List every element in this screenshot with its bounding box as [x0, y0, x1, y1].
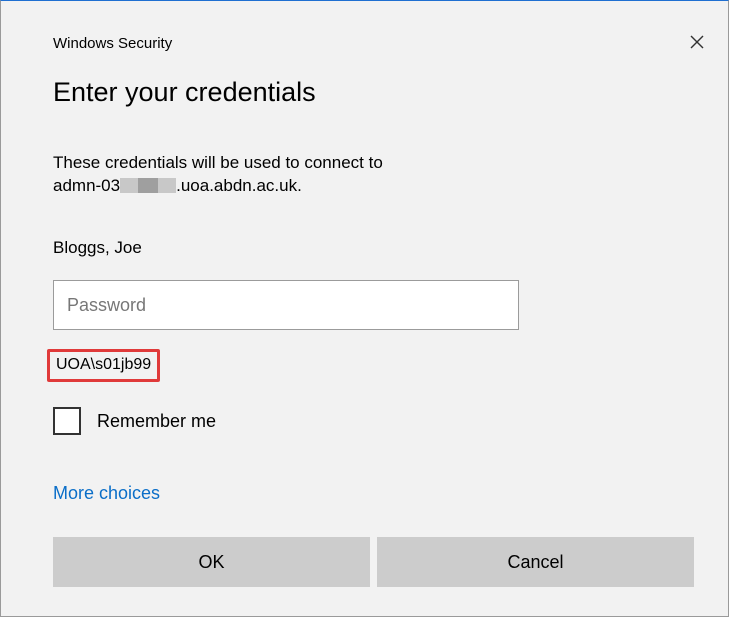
close-icon: [689, 34, 705, 55]
cancel-button[interactable]: Cancel: [377, 537, 694, 587]
account-name: Bloggs, Joe: [53, 238, 142, 257]
host-suffix: .uoa.abdn.ac.uk.: [176, 176, 302, 195]
remember-me-toggle[interactable]: Remember me: [53, 407, 216, 435]
domain-username-highlight: UOA\s01jb99: [47, 349, 161, 382]
redacted-block: [120, 178, 177, 193]
more-choices-link[interactable]: More choices: [53, 483, 160, 504]
window-title: Windows Security: [53, 35, 173, 52]
password-input[interactable]: [53, 280, 519, 330]
host-prefix: admn-03: [53, 176, 121, 195]
remember-me-label: Remember me: [97, 410, 217, 431]
dialog-description: These credentials will be used to connec…: [53, 151, 613, 197]
close-button[interactable]: [679, 27, 715, 61]
ok-button[interactable]: OK: [53, 537, 370, 587]
description-text: These credentials will be used to connec…: [53, 153, 383, 172]
dialog-heading: Enter your credentials: [53, 77, 316, 107]
credentials-dialog: Windows Security Enter your credentials …: [0, 0, 729, 617]
remember-me-checkbox[interactable]: [53, 407, 81, 435]
